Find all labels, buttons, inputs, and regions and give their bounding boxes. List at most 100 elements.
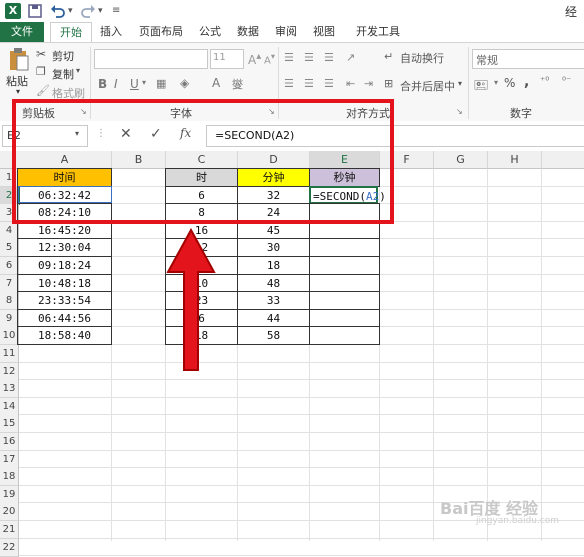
number-format-value: 常规	[476, 54, 498, 67]
alignment-launcher-icon[interactable]: ↘	[456, 107, 463, 116]
orientation-icon[interactable]: ↗	[346, 51, 355, 64]
tab-insert[interactable]: 插入	[95, 22, 127, 42]
underline-dropdown-icon[interactable]: ▾	[142, 78, 146, 87]
font-color-icon[interactable]: A	[212, 76, 220, 90]
row-gridline	[19, 484, 584, 486]
row-header-16[interactable]: 16	[0, 433, 19, 451]
paste-icon[interactable]	[8, 47, 30, 71]
align-middle-icon[interactable]: ☰	[304, 51, 314, 64]
tab-file[interactable]: 文件	[0, 22, 44, 42]
time-cell[interactable]: 10:48:18	[17, 273, 112, 293]
annotation-red-arrow	[166, 228, 216, 371]
format-painter-icon[interactable]: 🖌	[36, 84, 50, 97]
column-gridline	[433, 169, 434, 541]
tab-home[interactable]: 开始	[50, 22, 92, 44]
row-header-21[interactable]: 21	[0, 521, 19, 539]
fill-color-icon[interactable]: ◈	[180, 76, 189, 90]
row-header-12[interactable]: 12	[0, 362, 19, 381]
bold-button[interactable]: B	[98, 77, 107, 91]
align-center-icon[interactable]: ☰	[304, 77, 314, 90]
save-icon[interactable]	[28, 2, 42, 20]
undo-icon[interactable]	[50, 2, 66, 20]
wrap-text-icon[interactable]: ↵	[384, 50, 393, 63]
borders-icon[interactable]: ▦	[156, 77, 166, 90]
comma-button[interactable]: ,	[524, 74, 529, 90]
number-format-combo[interactable]: 常规	[472, 49, 584, 69]
align-right-icon[interactable]: ☰	[324, 77, 334, 90]
currency-icon[interactable]: 🖭	[474, 76, 488, 97]
second-cell[interactable]	[309, 256, 380, 275]
indent-icon[interactable]: ⇤	[346, 77, 355, 90]
group-divider	[468, 47, 469, 119]
group-label-number: 数字	[510, 107, 532, 120]
time-cell[interactable]: 12:30:04	[17, 238, 112, 257]
watermark-url: jingyan.baidu.com	[476, 516, 560, 526]
redo-icon[interactable]	[80, 2, 96, 20]
outdent-icon[interactable]: ⇥	[364, 77, 373, 90]
italic-button[interactable]: I	[114, 77, 118, 91]
time-cell[interactable]: 09:18:24	[17, 256, 112, 275]
minute-cell[interactable]: 48	[237, 273, 310, 293]
row-header-14[interactable]: 14	[0, 397, 19, 416]
percent-button[interactable]: %	[504, 76, 515, 90]
time-cell[interactable]: 23:33:54	[17, 291, 112, 310]
font-size-combo[interactable]: 11	[210, 49, 244, 69]
cut-button[interactable]: 剪切	[52, 48, 74, 64]
row-header-11[interactable]: 11	[0, 345, 19, 363]
grow-font-icon[interactable]: A▴	[248, 51, 261, 67]
tab-developer[interactable]: 开发工具	[350, 22, 406, 42]
decrease-decimal-icon[interactable]: ⁰⁻	[562, 76, 571, 87]
time-cell[interactable]: 06:44:56	[17, 308, 112, 328]
tab-formulas[interactable]: 公式	[194, 22, 226, 42]
align-left-icon[interactable]: ☰	[284, 77, 294, 90]
tab-review[interactable]: 审阅	[270, 22, 302, 42]
currency-dropdown-icon[interactable]: ▾	[494, 78, 498, 87]
column-header-filler	[542, 151, 584, 169]
minute-cell[interactable]: 33	[237, 291, 310, 310]
row-header-20[interactable]: 20	[0, 503, 19, 522]
second-cell[interactable]	[309, 291, 380, 310]
row-header-19[interactable]: 19	[0, 485, 19, 504]
tab-view[interactable]: 视图	[308, 22, 340, 42]
tab-data[interactable]: 数据	[232, 22, 264, 42]
align-bottom-icon[interactable]: ☰	[324, 51, 334, 64]
column-header-h[interactable]: H	[488, 151, 542, 169]
copy-dropdown-icon[interactable]: ▾	[76, 66, 80, 75]
minute-cell[interactable]: 18	[237, 256, 310, 275]
increase-decimal-icon[interactable]: ⁺⁰	[540, 76, 549, 87]
scissors-icon[interactable]: ✂	[36, 47, 46, 61]
redo-dropdown-icon[interactable]: ▾	[98, 2, 103, 20]
align-top-icon[interactable]: ☰	[284, 51, 294, 64]
row-gridline	[19, 379, 584, 381]
phonetic-icon[interactable]: 燮	[232, 76, 243, 92]
row-header-22[interactable]: 22	[0, 538, 19, 557]
paste-dropdown-icon[interactable]: ▾	[16, 87, 20, 96]
row-header-18[interactable]: 18	[0, 468, 19, 487]
merge-center-button[interactable]: 合并后居中	[400, 78, 455, 94]
font-name-combo[interactable]	[94, 49, 208, 69]
column-header-g[interactable]: G	[434, 151, 488, 169]
row-gridline	[19, 361, 584, 363]
row-header-13[interactable]: 13	[0, 380, 19, 399]
second-cell[interactable]	[309, 326, 380, 345]
row-gridline	[19, 555, 584, 557]
row-header-17[interactable]: 17	[0, 450, 19, 469]
second-cell[interactable]	[309, 238, 380, 257]
minute-cell[interactable]: 30	[237, 238, 310, 257]
second-cell[interactable]	[309, 273, 380, 293]
shrink-font-icon[interactable]: A▾	[264, 51, 275, 66]
merge-dropdown-icon[interactable]: ▾	[458, 79, 462, 88]
underline-button[interactable]: U	[130, 77, 139, 91]
second-cell[interactable]	[309, 308, 380, 328]
copy-button[interactable]: 复制	[52, 66, 74, 82]
minute-cell[interactable]: 44	[237, 308, 310, 328]
wrap-text-button[interactable]: 自动换行	[400, 50, 444, 66]
customize-qat-icon[interactable]: ≡	[112, 2, 120, 20]
row-header-15[interactable]: 15	[0, 415, 19, 434]
time-cell[interactable]: 18:58:40	[17, 326, 112, 345]
tab-page-layout[interactable]: 页面布局	[133, 22, 189, 42]
undo-dropdown-icon[interactable]: ▾	[68, 2, 73, 20]
merge-center-icon[interactable]: ⊞	[384, 77, 393, 90]
minute-cell[interactable]: 58	[237, 326, 310, 345]
copy-icon[interactable]: ❐	[36, 65, 46, 78]
